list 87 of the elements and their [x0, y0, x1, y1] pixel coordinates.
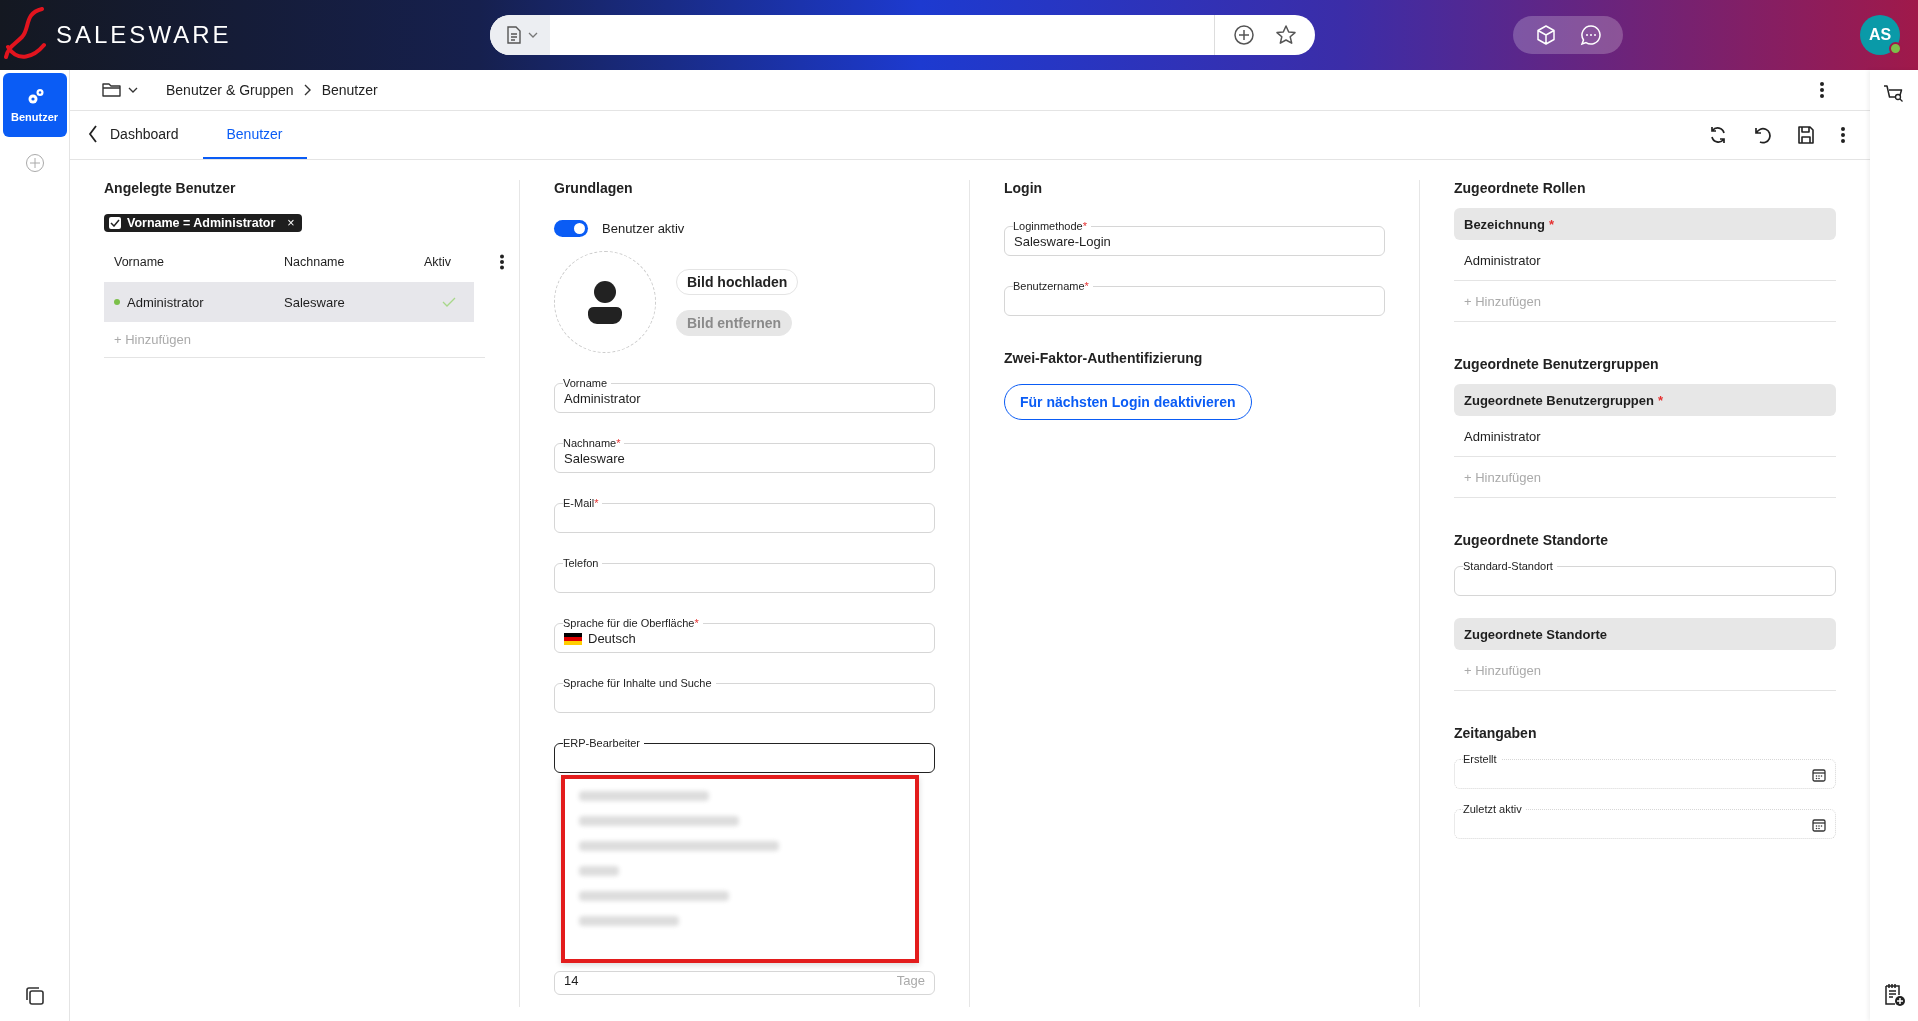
- germany-flag-icon: [564, 632, 582, 645]
- rail-item[interactable]: Benutzer: [2, 73, 67, 137]
- column-header: Aktiv: [424, 255, 453, 269]
- input-field[interactable]: Sprache für die Oberfläche* Deutsch: [554, 617, 935, 653]
- filter-label: Vorname = Administrator: [127, 216, 276, 230]
- undo-icon[interactable]: [1752, 125, 1772, 145]
- section-title: Login: [1004, 180, 1044, 196]
- section-title: Zugeordnete Benutzergruppen: [1454, 356, 1660, 372]
- add-circle-icon[interactable]: [1233, 24, 1255, 46]
- section-title: Zeitangaben: [1454, 725, 1538, 741]
- field-value: Salesware: [564, 451, 625, 466]
- input-field[interactable]: Benutzername*: [1004, 280, 1385, 316]
- column-header: Nachname: [284, 255, 346, 269]
- input-field[interactable]: Telefon: [554, 557, 935, 593]
- column-header: Bezeichnung *: [1454, 208, 1836, 240]
- caret-icon: [128, 87, 138, 93]
- table-cell: Administrator: [1464, 428, 1541, 444]
- breadcrumb-link[interactable]: Benutzer: [321, 82, 378, 98]
- section-title: Zugeordnete Rollen: [1454, 180, 1587, 196]
- field-label: Benutzername*: [1013, 280, 1090, 293]
- remove-filter-button[interactable]: ×: [287, 216, 295, 230]
- input-field[interactable]: E-Mail*: [554, 497, 935, 533]
- toggle-label: Benutzer aktiv: [602, 221, 685, 236]
- star-icon[interactable]: [1275, 24, 1297, 46]
- field-value: 14: [564, 973, 579, 988]
- folder-icon: [102, 82, 122, 98]
- field-value: Deutsch: [588, 631, 636, 646]
- document-dropdown[interactable]: [490, 15, 550, 55]
- toggle-switch[interactable]: [554, 220, 588, 237]
- back-tab[interactable]: Dashboard: [88, 111, 203, 159]
- tab[interactable]: Benutzer: [202, 111, 307, 159]
- breadcrumb-link[interactable]: Benutzer & Gruppen: [166, 82, 294, 98]
- clipboard-add-icon[interactable]: [1882, 983, 1906, 1007]
- field-value: Salesware-Login: [1014, 234, 1111, 249]
- refresh-icon[interactable]: [1708, 125, 1728, 145]
- folder-dropdown[interactable]: [102, 82, 138, 98]
- column-header: Zugeordnete Standorte: [1454, 618, 1836, 650]
- section-title: Grundlagen: [554, 180, 634, 196]
- calendar-icon[interactable]: [1812, 767, 1826, 782]
- field-label: Vorname: [563, 377, 609, 390]
- cart-search-icon[interactable]: [1883, 84, 1905, 104]
- table-cell: Administrator: [127, 294, 204, 310]
- person-silhouette-icon: [587, 280, 623, 324]
- field-label: Loginmethode*: [1013, 220, 1088, 233]
- field-value: Administrator: [564, 391, 641, 406]
- input-field[interactable]: Loginmethode* Salesware-Login: [1004, 220, 1385, 256]
- input-field[interactable]: ERP-Bearbeiter: [554, 737, 935, 773]
- windows-icon[interactable]: [23, 985, 46, 1007]
- input-field[interactable]: Sprache für Inhalte und Suche: [554, 677, 935, 713]
- more-vertical-icon[interactable]: [1840, 126, 1846, 144]
- table-row[interactable]: Administrator Salesware: [104, 282, 474, 322]
- calendar-icon[interactable]: [1812, 817, 1826, 832]
- more-vertical-icon[interactable]: [499, 254, 505, 270]
- field-label: Sprache für Inhalte und Suche: [563, 677, 713, 690]
- field-label: Erstellt: [1463, 753, 1498, 766]
- save-icon[interactable]: [1796, 125, 1816, 145]
- field-label: Standard-Standort: [1463, 560, 1554, 573]
- input-field[interactable]: 14 Tage: [554, 971, 935, 995]
- logo-text: SALESWARE: [56, 21, 232, 49]
- chevron-left-icon: [88, 125, 98, 143]
- deactivate-button[interactable]: Für nächsten Login deaktivieren: [1004, 384, 1252, 420]
- upload-image-button[interactable]: Bild hochladen: [676, 268, 799, 295]
- field-label: Telefon: [563, 557, 600, 570]
- section-title: Zugeordnete Standorte: [1454, 532, 1609, 548]
- field-label: Sprache für die Oberfläche*: [563, 617, 700, 630]
- document-icon: [506, 26, 522, 44]
- cube-icon[interactable]: [1534, 24, 1557, 46]
- chevron-right-icon: [303, 84, 312, 96]
- caret-icon: [528, 32, 538, 38]
- field-label: E-Mail*: [563, 497, 600, 510]
- chat-icon[interactable]: [1579, 24, 1602, 46]
- input-field[interactable]: Vorname Administrator: [554, 377, 935, 413]
- field-label: Zuletzt aktiv: [1463, 803, 1523, 816]
- column-header: Zugeordnete Benutzergruppen *: [1454, 384, 1836, 416]
- table-cell-text: Salesware: [284, 294, 346, 310]
- field-label: Nachname*: [563, 437, 622, 450]
- field-label: ERP-Bearbeiter: [563, 737, 642, 750]
- section-title: Zwei-Faktor-Authentifizierung: [1004, 350, 1204, 366]
- input-field[interactable]: Standard-Standort: [1454, 560, 1836, 596]
- unit-label: Tage: [896, 973, 925, 988]
- filter-chip[interactable]: Vorname = Administrator ×: [104, 214, 302, 232]
- checkbox[interactable]: [109, 217, 121, 229]
- table-cell: Administrator: [1464, 252, 1541, 268]
- input-field[interactable]: Nachname* Salesware: [554, 437, 935, 473]
- more-vertical-icon[interactable]: [1819, 81, 1825, 99]
- column-header: Vorname: [114, 255, 166, 269]
- section-title: Angelegte Benutzer: [104, 180, 237, 196]
